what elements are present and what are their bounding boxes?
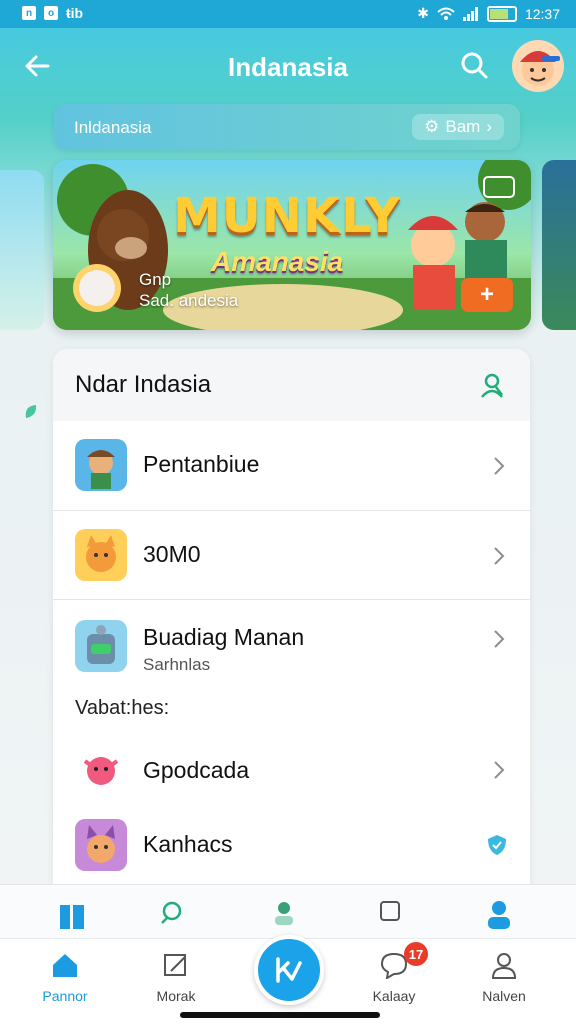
list-card: Ndar Indasia Pentanbiue 30M0 Buadiag Man… — [53, 349, 530, 909]
home-icon — [53, 954, 77, 977]
wifi-icon — [437, 7, 455, 20]
tab-label: Nalven — [482, 988, 526, 1004]
list-item-label: Pentanbiue — [143, 451, 260, 477]
square-icon[interactable] — [378, 899, 402, 923]
user-icon — [491, 953, 517, 979]
search-action-label: Bam — [445, 117, 481, 136]
chevron-right-icon: › — [486, 117, 492, 136]
bookmark-icon[interactable] — [58, 903, 86, 929]
tab-home[interactable]: Pannor — [17, 951, 113, 1004]
tab-label: Pannor — [42, 988, 88, 1004]
status-left-glyph: ŧib — [66, 5, 84, 21]
search-input[interactable]: Inldanasia — [74, 118, 152, 138]
list-item[interactable]: Kanhacs — [53, 801, 530, 889]
search-action-button[interactable]: ⚙ Bam › — [412, 114, 504, 140]
avatar[interactable] — [512, 40, 564, 92]
user-add-icon[interactable] — [478, 371, 506, 399]
carousel-next-card[interactable] — [542, 160, 576, 330]
chevron-right-icon — [494, 457, 505, 475]
tab-label: Morak — [156, 988, 196, 1004]
person-icon[interactable] — [272, 901, 296, 925]
game-icon — [75, 745, 127, 797]
app-notification-icon: n — [22, 6, 36, 20]
app-bar: Indanasia — [0, 30, 576, 102]
tab-edit[interactable]: Morak — [128, 951, 224, 1004]
search-icon[interactable] — [456, 48, 492, 84]
list-item[interactable]: Buadiag Manan Sarhnlas — [53, 600, 530, 688]
list-item-label: Buadiag Manan — [143, 624, 305, 650]
bottom-nav-upper — [0, 884, 576, 939]
list-item-label: 30M0 — [143, 541, 201, 567]
profile-icon[interactable] — [486, 899, 512, 929]
tab-profile[interactable]: Nalven — [456, 951, 552, 1004]
banner-name: Sad. andesia — [139, 291, 239, 310]
status-bar: n o ŧib ✱ 12:37 — [0, 0, 576, 28]
banner-logo-sub: Amanasia — [211, 246, 344, 277]
bluetooth-icon: ✱ — [417, 5, 429, 21]
tab-label: Kalaay — [372, 988, 416, 1004]
carousel-previous-card[interactable] — [0, 170, 44, 330]
list-card-title: Ndar Indasia — [75, 371, 212, 398]
tab-messages[interactable]: Kalaay — [346, 951, 442, 1004]
list-item-label: Kanhacs — [143, 831, 233, 857]
logo-icon — [276, 957, 302, 983]
list-card-header: Ndar Indasia — [53, 349, 530, 421]
list-item[interactable]: Pentanbiue — [53, 421, 530, 509]
center-action-button[interactable] — [254, 935, 324, 1005]
chevron-right-icon — [494, 761, 505, 779]
shield-icon[interactable] — [486, 833, 508, 857]
search-bar[interactable]: Inldanasia ⚙ Bam › — [54, 104, 520, 150]
leaf-icon — [25, 405, 37, 418]
banner-artwork — [53, 160, 531, 330]
signal-icon — [462, 6, 478, 21]
banner-subtitle: Gnp — [139, 270, 172, 289]
list-item-sublabel: Sarhnlas — [143, 655, 211, 674]
edit-icon — [164, 954, 186, 976]
game-icon — [75, 620, 127, 672]
banner-logo-main: MUNKLY — [173, 188, 401, 244]
banner-add-button[interactable]: + — [461, 278, 513, 312]
list-item[interactable]: 30M0 — [53, 511, 530, 599]
section-label: Vabat:hes: — [75, 697, 170, 719]
chevron-right-icon — [494, 547, 505, 565]
game-icon — [75, 439, 127, 491]
chevron-right-icon — [494, 630, 505, 648]
notification-badge: 17 — [404, 942, 428, 966]
featured-banner[interactable]: MUNKLY Amanasia Gnp Sad. andesia + — [53, 160, 531, 330]
chart-search-icon[interactable] — [158, 899, 186, 925]
media-notification-icon: o — [44, 6, 58, 20]
home-indicator[interactable] — [180, 1012, 380, 1018]
game-icon — [75, 819, 127, 871]
banner-media-icon — [483, 176, 515, 198]
status-time: 12:37 — [524, 5, 560, 22]
list-item-label: Gpodcada — [143, 757, 250, 783]
settings-icon: ⚙ — [424, 117, 440, 136]
game-icon — [75, 529, 127, 581]
battery-icon — [486, 5, 517, 22]
